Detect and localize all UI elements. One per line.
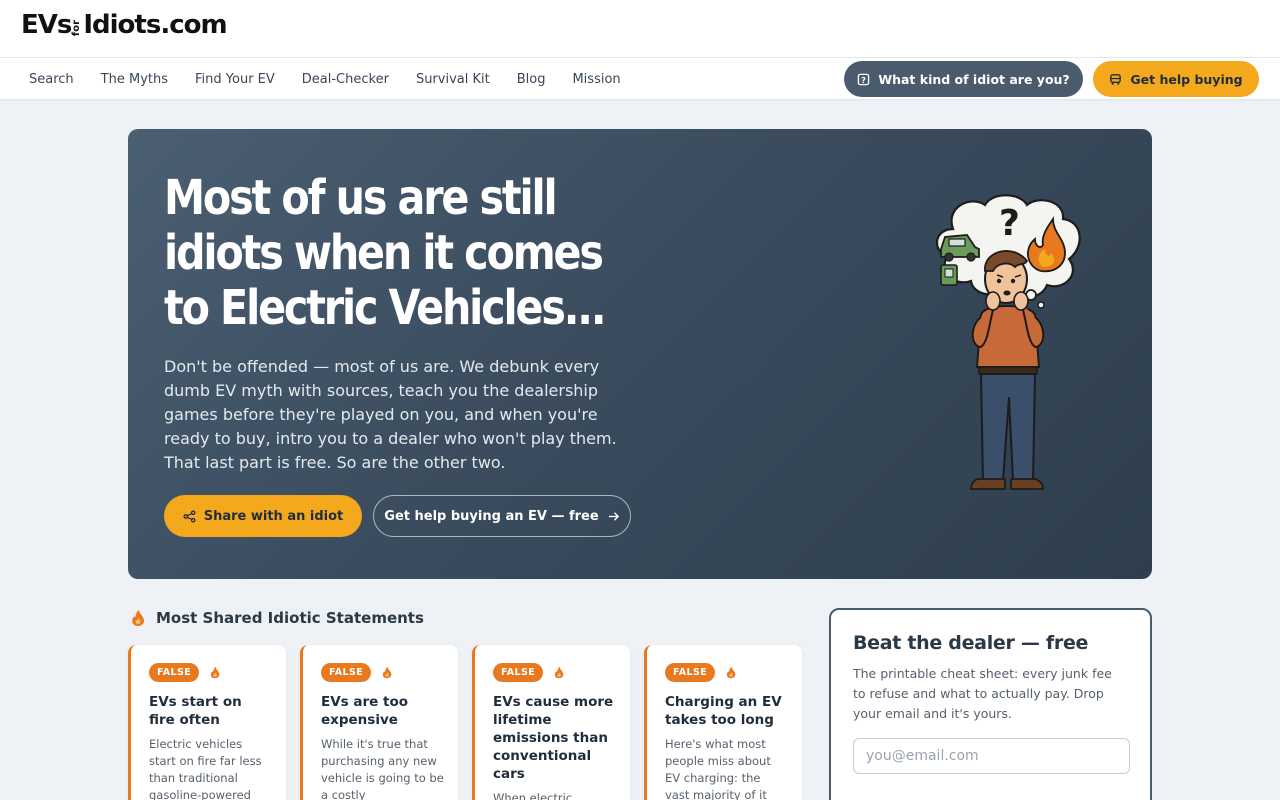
nav-item-mission[interactable]: Mission <box>572 72 620 87</box>
arrow-right-icon <box>608 511 619 521</box>
get-help-buying-label: Get help buying <box>1130 71 1243 87</box>
badge-row: FALSE <box>665 661 788 683</box>
nav-item-survival-kit[interactable]: Survival Kit <box>416 72 490 87</box>
statements-cards: FALSE EVs start on fire often Electric v… <box>128 645 802 800</box>
statement-text: Electric vehicles start on fire far less… <box>149 737 262 800</box>
nav-links: Search The Myths Find Your EV Deal-Check… <box>29 58 648 100</box>
false-badge: FALSE <box>493 662 544 682</box>
hero-text: Don't be offended — most of us are. We d… <box>164 357 617 472</box>
statements-heading: Most Shared Idiotic Statements <box>130 609 424 627</box>
hero-section: Most of us are still idiots when it come… <box>128 129 1152 579</box>
share-icon <box>183 509 196 523</box>
nav-item-deal-checker[interactable]: Deal-Checker <box>302 72 389 87</box>
statements-title: Most Shared Idiotic Statements <box>156 609 424 627</box>
statement-text: Here's what most people miss about EV ch… <box>665 737 771 800</box>
statement-card[interactable]: FALSE Charging an EV takes too long Here… <box>644 645 802 800</box>
share-button-label: Share with an idiot <box>203 508 344 524</box>
statement-card[interactable]: FALSE EVs start on fire often Electric v… <box>128 645 286 800</box>
svg-text:?: ? <box>861 74 866 84</box>
car-icon <box>1110 73 1122 85</box>
logo-ev: EVs <box>21 10 72 40</box>
top-header: EVs for Idiots.com <box>0 0 1280 58</box>
get-help-buying-ev-button[interactable]: Get help buying an EV — free <box>373 495 631 537</box>
flame-icon <box>726 666 736 678</box>
logo-idiots: Idiots.com <box>83 10 227 40</box>
quiz-button-label: What kind of idiot are you? <box>878 71 1070 87</box>
statement-title: EVs are too expensive <box>321 694 409 728</box>
flame-icon <box>554 666 564 678</box>
confused-man-illustration: ? <box>936 194 1081 490</box>
logo-for: for <box>71 19 83 36</box>
flame-icon <box>132 610 144 626</box>
statement-title: EVs cause more lifetime emissions than c… <box>493 694 614 782</box>
hero-title: Most of us are still idiots when it come… <box>164 170 607 336</box>
get-help-buying-button[interactable]: Get help buying <box>1093 61 1259 97</box>
badge-row: FALSE <box>493 661 616 683</box>
quiz-icon: ? <box>858 73 870 85</box>
site-logo[interactable]: EVs for Idiots.com <box>21 10 228 40</box>
badge-row: FALSE <box>149 661 272 683</box>
main-nav: Search The Myths Find Your EV Deal-Check… <box>0 58 1280 100</box>
beat-dealer-panel: Beat the dealer — free The printable che… <box>829 608 1152 800</box>
statement-text: When electric <box>493 791 573 800</box>
svg-text:?: ? <box>999 203 1020 244</box>
get-help-buying-ev-label: Get help buying an EV — free <box>384 508 599 524</box>
flame-icon <box>382 666 392 678</box>
flame-icon <box>210 666 220 678</box>
quiz-button[interactable]: ? What kind of idiot are you? <box>844 61 1083 97</box>
nav-item-search[interactable]: Search <box>29 72 74 87</box>
nav-item-blog[interactable]: Blog <box>517 72 546 87</box>
false-badge: FALSE <box>665 662 716 682</box>
nav-item-find-ev[interactable]: Find Your EV <box>195 72 275 87</box>
statement-card[interactable]: FALSE EVs cause more lifetime emissions … <box>472 645 630 800</box>
share-button[interactable]: Share with an idiot <box>164 495 362 537</box>
beat-dealer-text: The printable cheat sheet: every junk fe… <box>853 666 1112 721</box>
statement-card[interactable]: FALSE EVs are too expensive While it's t… <box>300 645 458 800</box>
email-field[interactable] <box>853 738 1130 774</box>
false-badge: FALSE <box>321 662 372 682</box>
nav-item-myths[interactable]: The Myths <box>101 72 168 87</box>
statement-title: EVs start on fire often <box>149 694 242 728</box>
false-badge: FALSE <box>149 662 200 682</box>
beat-dealer-title: Beat the dealer — free <box>853 632 1089 654</box>
statement-title: Charging an EV takes too long <box>665 694 782 728</box>
badge-row: FALSE <box>321 661 444 683</box>
statement-text: While it's true that purchasing any new … <box>321 737 444 800</box>
